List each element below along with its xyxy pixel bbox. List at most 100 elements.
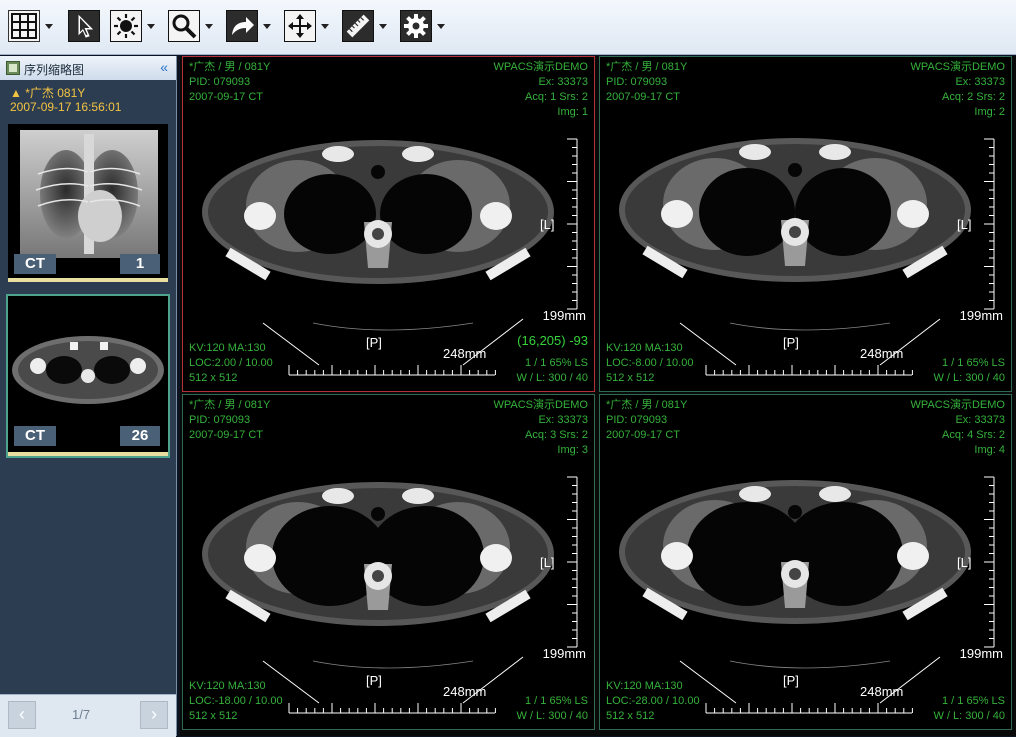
slice-location: LOC:-28.00 / 10.00 [606,695,700,707]
patient-info: ▲ *广杰 081Y 2007-09-17 16:56:01 [0,80,176,118]
matrix-size: 512 x 512 [606,372,655,384]
slice-location: LOC:-18.00 / 10.00 [189,695,283,707]
horizontal-scale-label: 248mm [443,346,487,361]
image-number: Img: 2 [974,106,1005,118]
frame-zoom-info: 1 / 1 65% LS [525,695,588,707]
collapse-panel-button[interactable]: « [160,59,168,75]
slice-location: LOC:2.00 / 10.00 [189,357,273,369]
patient-demographics: *广杰 / 男 / 081Y [606,399,688,411]
series-progress-bar [8,452,168,456]
image-number: Img: 1 [557,106,588,118]
acquisition-series: Acq: 3 Srs: 2 [525,429,588,441]
orientation-left-label: [L] [540,217,555,232]
modality-badge: CT [14,426,56,446]
institution-name: WPACS演示DEMO [493,399,588,411]
viewport-2[interactable]: *广杰 / 男 / 081Y PID: 079093 2007-09-17 CT… [599,56,1012,392]
slice-location: LOC:-8.00 / 10.00 [606,357,694,369]
window-level: W / L: 300 / 40 [933,372,1005,384]
rotate-arrow-icon[interactable] [226,10,258,42]
orientation-left-label: [L] [540,555,555,570]
patient-demographics: *广杰 / 男 / 081Y [606,61,688,73]
institution-name: WPACS演示DEMO [910,61,1005,73]
zoom-dropdown-caret[interactable] [203,10,215,42]
matrix-size: 512 x 512 [606,710,655,722]
page-indicator: 1/7 [72,707,91,722]
exam-number: Ex: 33373 [538,76,588,88]
layout-dropdown-caret[interactable] [43,10,55,42]
series-thumbnail-2[interactable]: CT 26 [6,294,170,458]
patient-id: PID: 079093 [189,414,251,426]
image-number: Img: 3 [557,444,588,456]
settings-dropdown-caret[interactable] [435,10,447,42]
ruler-dropdown-caret[interactable] [377,10,389,42]
matrix-size: 512 x 512 [189,372,238,384]
modality-badge: CT [14,254,56,274]
kv-ma-info: KV:120 MA:130 [606,680,683,692]
pointer-icon[interactable] [68,10,100,42]
rotate-dropdown-caret[interactable] [261,10,273,42]
viewport-1[interactable]: *广杰 / 男 / 081Y PID: 079093 2007-09-17 CT… [182,56,595,392]
patient-demographics: *广杰 / 男 / 081Y [189,61,271,73]
kv-ma-info: KV:120 MA:130 [189,680,266,692]
axial-ct-thumbnail [8,296,168,430]
acquisition-series: Acq: 1 Srs: 2 [525,91,588,103]
matrix-size: 512 x 512 [189,710,238,722]
exam-number: Ex: 33373 [955,414,1005,426]
viewport-4[interactable]: *广杰 / 男 / 081Y PID: 079093 2007-09-17 CT… [599,394,1012,730]
institution-name: WPACS演示DEMO [910,399,1005,411]
acquisition-series: Acq: 4 Srs: 2 [942,429,1005,441]
vertical-scale-label: 199mm [542,308,586,323]
study-date: 2007-09-17 CT [606,91,680,103]
vertical-scale-label: 199mm [542,646,586,661]
kv-ma-info: KV:120 MA:130 [189,342,266,354]
patient-id: PID: 079093 [189,76,251,88]
orientation-posterior-label: [P] [783,335,799,350]
orientation-posterior-label: [P] [783,673,799,688]
image-count-badge: 26 [120,426,160,446]
patient-id: PID: 079093 [606,414,668,426]
prev-page-button[interactable]: ‹ [8,701,36,729]
next-page-button[interactable]: › [140,701,168,729]
layout-grid-icon[interactable] [8,10,40,42]
study-date: 2007-09-17 CT [606,429,680,441]
patient-id: PID: 079093 [606,76,668,88]
window-level: W / L: 300 / 40 [516,710,588,722]
panel-header: 序列缩略图 « [0,56,176,81]
zoom-icon[interactable] [168,10,200,42]
vertical-scale-label: 199mm [959,308,1003,323]
series-progress-bar [8,278,168,282]
vertical-scale-label: 199mm [959,646,1003,661]
orientation-posterior-label: [P] [366,335,382,350]
brightness-dropdown-caret[interactable] [145,10,157,42]
horizontal-scale-label: 248mm [860,684,904,699]
pan-dropdown-caret[interactable] [319,10,331,42]
image-viewer-grid: *广杰 / 男 / 081Y PID: 079093 2007-09-17 CT… [180,56,1016,736]
main-toolbar [0,0,1016,55]
series-thumbnail-1[interactable]: CT 1 [8,124,168,282]
acquisition-series: Acq: 2 Srs: 2 [942,91,1005,103]
viewport-3[interactable]: *广杰 / 男 / 081Y PID: 079093 2007-09-17 CT… [182,394,595,730]
frame-zoom-info: 1 / 1 65% LS [942,357,1005,369]
orientation-left-label: [L] [957,555,972,570]
orientation-left-label: [L] [957,217,972,232]
frame-zoom-info: 1 / 1 65% LS [525,357,588,369]
horizontal-scale-label: 248mm [443,684,487,699]
institution-name: WPACS演示DEMO [493,61,588,73]
pixel-probe-value: (16,205) -93 [517,333,588,348]
window-level: W / L: 300 / 40 [933,710,1005,722]
window-level: W / L: 300 / 40 [516,372,588,384]
image-number: Img: 4 [974,444,1005,456]
ruler-icon[interactable] [342,10,374,42]
study-date: 2007-09-17 CT [189,429,263,441]
study-date: 2007-09-17 CT [189,91,263,103]
patient-demographics: *广杰 / 男 / 081Y [189,399,271,411]
pan-move-icon[interactable] [284,10,316,42]
gear-icon[interactable] [400,10,432,42]
exam-number: Ex: 33373 [955,76,1005,88]
scout-xray-image [8,124,168,258]
brightness-icon[interactable] [110,10,142,42]
patient-name: *广杰 081Y [25,86,86,100]
study-datetime: 2007-09-17 16:56:01 [10,100,122,114]
frame-zoom-info: 1 / 1 65% LS [942,695,1005,707]
orientation-posterior-label: [P] [366,673,382,688]
